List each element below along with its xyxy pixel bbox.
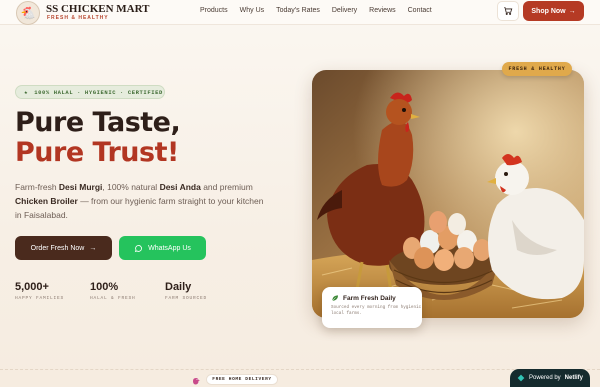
stat-happy-families: 5,000+ HAPPY FAMILIES xyxy=(15,281,64,301)
whatsapp-icon xyxy=(134,244,143,252)
logo-icon[interactable]: 🐔 xyxy=(16,1,40,25)
nav-link-contact[interactable]: Contact xyxy=(408,7,432,14)
hero-chicken-photo xyxy=(312,70,584,318)
shop-now-button[interactable]: Shop Now → xyxy=(523,1,584,21)
star-icon: ★ xyxy=(24,88,29,96)
shop-now-label: Shop Now xyxy=(531,7,566,15)
farm-fresh-card: Farm Fresh Daily Sourced every morning f… xyxy=(322,287,422,328)
cart-button[interactable] xyxy=(497,1,519,21)
nav-link-todays-rates[interactable]: Today's Rates xyxy=(276,7,320,14)
cart-icon xyxy=(504,7,513,15)
stat-halal-fresh: 100% HALAL & FRESH xyxy=(90,281,136,301)
desc-text: and premium xyxy=(200,182,253,192)
stat-label: HAPPY FAMILIES xyxy=(15,296,65,301)
desc-bold-chicken-broiler: Chicken Broiler xyxy=(15,196,78,206)
netlify-badge[interactable]: Powered by Netlify xyxy=(510,369,590,387)
stat-value: Daily xyxy=(165,281,192,293)
netlify-prefix: Powered by xyxy=(528,375,561,381)
fresh-healthy-tag: FRESH & HEALTHY xyxy=(502,62,572,76)
leaf-icon xyxy=(332,295,338,301)
nav-link-why-us[interactable]: Why Us xyxy=(240,7,265,14)
whatsapp-button[interactable]: WhatsApp Us xyxy=(119,236,206,260)
desc-text: Farm-fresh xyxy=(15,182,59,192)
arrow-right-icon: → xyxy=(568,7,576,15)
stat-value: 5,000+ xyxy=(15,281,49,293)
desc-bold-desi-murgi: Desi Murgi xyxy=(58,182,103,192)
order-button-label: Order Fresh Now xyxy=(30,244,85,252)
farm-card-title: Farm Fresh Daily xyxy=(343,294,396,302)
netlify-icon xyxy=(517,374,525,382)
desc-bold-desi-anda: Desi Anda xyxy=(159,182,201,192)
arrow-right-icon: → xyxy=(89,244,97,252)
nav-links: Products Why Us Today's Rates Delivery R… xyxy=(200,7,444,14)
nav-link-delivery[interactable]: Delivery xyxy=(332,7,357,14)
nav-link-products[interactable]: Products xyxy=(200,7,228,14)
hero-title-line2: Pure Trust! xyxy=(15,137,179,168)
top-nav: 🐔 SS CHICKEN MART FRESH & HEALTHY Produc… xyxy=(0,0,600,25)
nav-link-reviews[interactable]: Reviews xyxy=(369,7,395,14)
stat-farm-sourced: Daily FARM SOURCED xyxy=(165,281,207,301)
farm-card-subtitle: Sourced every morning from hygienic loca… xyxy=(331,305,422,316)
section-divider xyxy=(0,369,600,370)
stat-value: 100% xyxy=(90,281,119,293)
brand-name[interactable]: SS CHICKEN MART xyxy=(46,3,150,15)
certification-badge: ★ 100% HALAL · HYGIENIC · CERTIFIED xyxy=(15,85,165,99)
whatsapp-button-label: WhatsApp Us xyxy=(148,244,191,252)
hero-title: Pure Taste, Pure Trust! xyxy=(15,107,181,168)
netlify-name: Netlify xyxy=(564,375,584,381)
chicken-icon xyxy=(193,378,200,385)
desc-text: , 100% natural xyxy=(102,182,160,192)
order-fresh-now-button[interactable]: Order Fresh Now → xyxy=(15,236,112,260)
free-home-delivery-pill: FREE HOME DELIVERY xyxy=(206,374,278,385)
hero-description: Farm-fresh Desi Murgi, 100% natural Desi… xyxy=(15,180,265,222)
farm-card-title-row: Farm Fresh Daily xyxy=(331,294,422,302)
badge-text: 100% HALAL · HYGIENIC · CERTIFIED xyxy=(34,88,163,96)
hero-title-line1: Pure Taste, xyxy=(15,107,181,138)
stat-label: FARM SOURCED xyxy=(165,296,208,301)
stat-label: HALAL & FRESH xyxy=(90,296,136,301)
brand-tagline: FRESH & HEALTHY xyxy=(47,15,109,21)
